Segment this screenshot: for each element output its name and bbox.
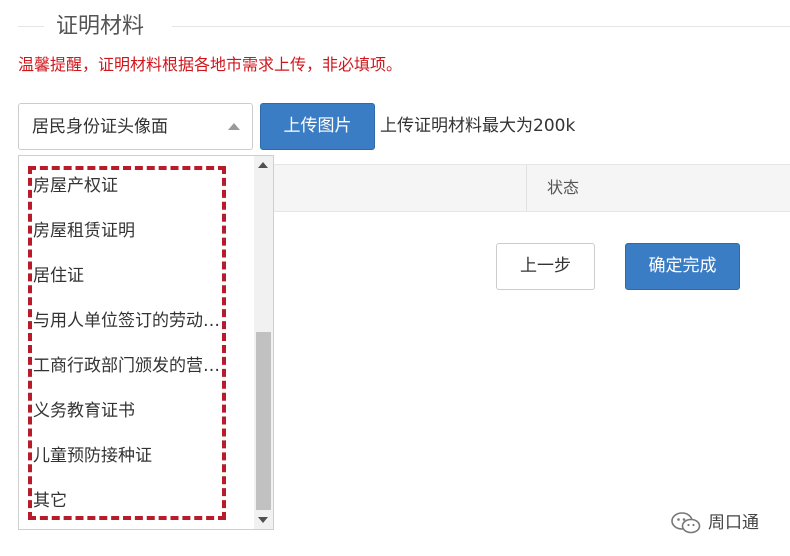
scrollbar-thumb[interactable]	[256, 332, 271, 510]
dropdown-option[interactable]: 居住证	[33, 262, 233, 290]
legend-line-left	[18, 26, 44, 27]
dropdown-option[interactable]: 与用人单位签订的劳动…	[33, 307, 233, 335]
wechat-icon	[671, 512, 701, 534]
material-type-dropdown[interactable]: 房屋产权证 房屋租赁证明 居住证 与用人单位签订的劳动… 工商行政部门颁发的营……	[18, 155, 274, 530]
prev-step-button[interactable]: 上一步	[496, 243, 595, 290]
chevron-up-icon	[228, 123, 240, 130]
dropdown-option[interactable]: 房屋产权证	[33, 172, 233, 200]
legend-line-right	[172, 26, 790, 27]
scroll-up-icon[interactable]	[258, 162, 268, 168]
status-column-header: 状态	[547, 178, 580, 197]
material-type-select[interactable]: 居民身份证头像面	[18, 103, 253, 150]
table-column-divider	[526, 165, 527, 211]
dropdown-option[interactable]: 儿童预防接种证	[33, 442, 233, 470]
dropdown-option[interactable]: 房屋租赁证明	[33, 217, 233, 245]
dropdown-option[interactable]: 工商行政部门颁发的营…	[33, 352, 233, 380]
scroll-down-icon[interactable]	[258, 517, 268, 523]
section-title: 证明材料	[56, 14, 145, 39]
select-value: 居民身份证头像面	[32, 117, 168, 137]
upload-size-note: 上传证明材料最大为200k	[380, 116, 576, 136]
dropdown-option[interactable]: 其它	[33, 487, 233, 515]
upload-image-button[interactable]: 上传图片	[260, 103, 375, 150]
warning-tip: 温馨提醒，证明材料根据各地市需求上传，非必填项。	[18, 55, 403, 74]
dropdown-scrollbar[interactable]	[254, 156, 273, 529]
dropdown-option[interactable]: 义务教育证书	[33, 397, 233, 425]
table-header: 状态	[272, 164, 790, 212]
watermark-text: 周口通	[708, 513, 759, 533]
confirm-button[interactable]: 确定完成	[625, 243, 740, 290]
